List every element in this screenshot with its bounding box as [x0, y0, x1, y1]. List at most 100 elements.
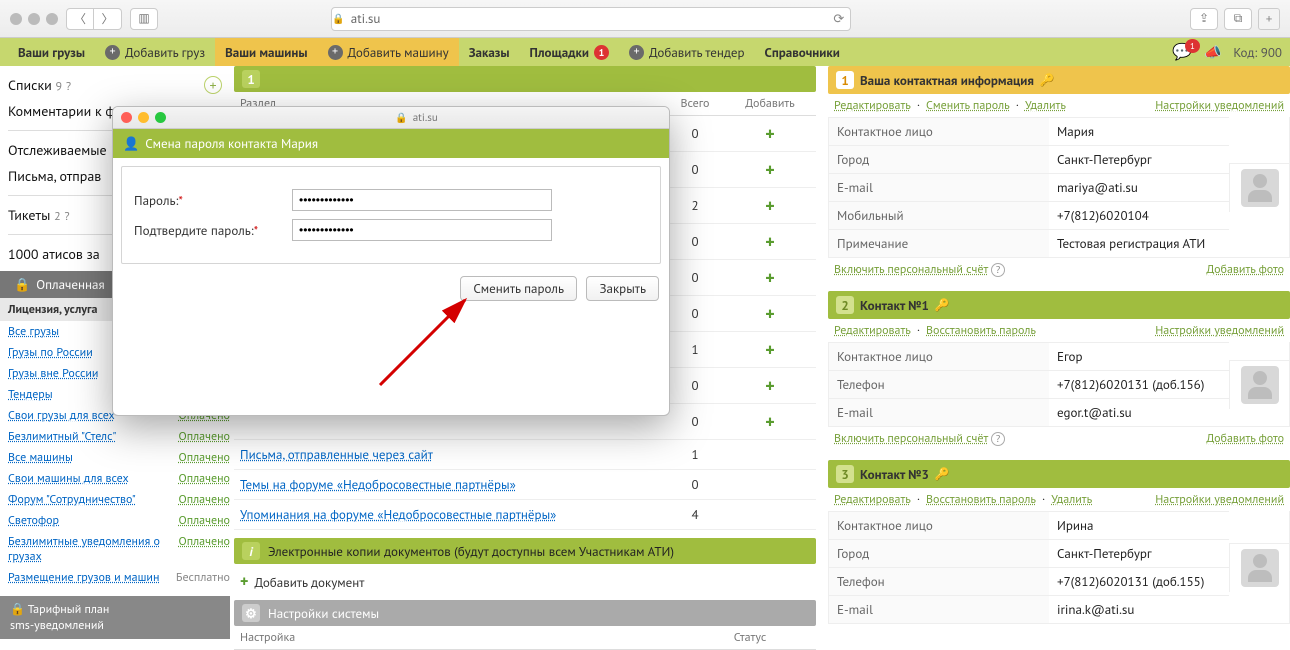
zoom-window[interactable]	[46, 13, 58, 25]
change-password-button[interactable]: Сменить пароль	[460, 276, 577, 301]
chat-icon[interactable]: 💬1	[1172, 42, 1192, 62]
close-button[interactable]: Закрыть	[586, 276, 659, 301]
edit-link[interactable]: Редактировать	[834, 492, 911, 507]
reload-icon[interactable]: ⟳	[833, 10, 844, 27]
paid-service-link[interactable]: Все машины	[8, 450, 73, 465]
lock-icon: 🔒	[10, 602, 25, 617]
add-button[interactable]: +	[730, 230, 810, 253]
nav-add-tender[interactable]: +Добавить тендер	[619, 38, 755, 66]
contact-card-header-1: 1Ваша контактная информация🔑	[828, 66, 1290, 94]
edit-link[interactable]: Редактировать	[834, 323, 911, 338]
nav-your-trucks[interactable]: Ваши машины	[215, 38, 317, 66]
add-list-button[interactable]: +	[204, 76, 222, 94]
docs-section-header: i Электронные копии документов (будут до…	[234, 538, 816, 564]
paid-status[interactable]: Оплачено	[178, 450, 230, 465]
add-document-button[interactable]: + Добавить документ	[234, 564, 816, 600]
sidebar-lists[interactable]: Списки 9 ? +	[8, 72, 230, 98]
paid-status[interactable]: Оплачено	[178, 513, 230, 528]
minimize-window[interactable]	[28, 13, 40, 25]
password-label: Пароль:*	[134, 192, 284, 209]
back-button[interactable]: 〈	[66, 8, 94, 30]
url-bar[interactable]: 🔒 ati.su ⟳	[331, 7, 851, 31]
enable-personal-account[interactable]: Включить персональный счёт	[834, 262, 988, 277]
plus-icon: +	[328, 45, 343, 60]
share-button[interactable]: ⇪	[1190, 8, 1218, 30]
avatar	[1241, 169, 1279, 207]
paid-service-link[interactable]: Все грузы	[8, 324, 59, 339]
nav-add-cargo[interactable]: +Добавить груз	[95, 38, 215, 66]
paid-service-link[interactable]: Безлимитный "Стелс"	[8, 429, 116, 444]
help-icon[interactable]: ?	[991, 263, 1005, 277]
help-icon[interactable]: ?	[991, 432, 1005, 446]
add-button[interactable]: +	[730, 122, 810, 145]
paid-service-link[interactable]: Безлимитные уведомления о грузах	[8, 534, 178, 564]
tabs-button[interactable]: ⧉	[1224, 8, 1252, 30]
paid-service-link[interactable]: Грузы вне России	[8, 366, 98, 381]
sidebar-button[interactable]: ▥	[130, 8, 158, 30]
change-password-link[interactable]: Сменить пароль	[926, 98, 1010, 113]
paid-service-link[interactable]: Тендеры	[8, 387, 53, 402]
add-button[interactable]: +	[730, 302, 810, 325]
tariff-plan[interactable]: 🔒 Тарифный планsms-уведомлений	[0, 596, 230, 639]
new-tab-button[interactable]: +	[1258, 8, 1280, 30]
dialog-close[interactable]	[121, 112, 132, 123]
add-button[interactable]: +	[730, 338, 810, 361]
dialog-title: 👤 Смена пароля контакта Мария	[113, 129, 669, 158]
lock-icon: 🔒	[14, 276, 30, 293]
traffic-lights	[10, 13, 58, 25]
dialog-zoom[interactable]	[155, 112, 166, 123]
add-button[interactable]: +	[730, 266, 810, 289]
nav-your-cargo[interactable]: Ваши грузы	[8, 38, 95, 66]
password-input[interactable]	[292, 189, 552, 211]
key-icon: 🔑	[1040, 73, 1055, 88]
code-label: Код: 900	[1233, 44, 1282, 61]
add-button[interactable]: +	[730, 374, 810, 397]
section-link[interactable]: Письма, отправленные через сайт	[240, 446, 433, 463]
notifications-link[interactable]: Настройки уведомлений	[1155, 492, 1284, 507]
change-password-dialog: 🔒ati.su 👤 Смена пароля контакта Мария Па…	[112, 106, 670, 416]
paid-status[interactable]: Оплачено	[178, 534, 230, 564]
nav-orders[interactable]: Заказы	[459, 38, 520, 66]
forward-button[interactable]: 〉	[94, 8, 122, 30]
help-icon[interactable]: ?	[64, 209, 69, 224]
paid-status[interactable]: Оплачено	[178, 429, 230, 444]
paid-service-link[interactable]: Свои грузы для всех	[8, 408, 115, 423]
confirm-password-input[interactable]	[292, 219, 552, 241]
add-button[interactable]: +	[730, 410, 810, 433]
enable-personal-account[interactable]: Включить персональный счёт	[834, 431, 988, 446]
paid-service-link[interactable]: Размещение грузов и машин	[8, 570, 159, 585]
right-column: 1Ваша контактная информация🔑 Редактирова…	[820, 66, 1290, 624]
dialog-minimize[interactable]	[138, 112, 149, 123]
nav-sites[interactable]: Площадки1	[520, 38, 619, 66]
table-row: Темы на форуме «Недобросовестные партнёр…	[234, 470, 816, 500]
close-window[interactable]	[10, 13, 22, 25]
paid-status[interactable]: Оплачено	[178, 492, 230, 507]
megaphone-icon[interactable]: 📣	[1204, 43, 1221, 61]
add-photo-link[interactable]: Добавить фото	[1206, 262, 1284, 277]
add-photo-link[interactable]: Добавить фото	[1206, 431, 1284, 446]
section-link[interactable]: Упоминания на форуме «Недобросовестные п…	[240, 506, 556, 523]
paid-service-link[interactable]: Грузы по России	[8, 345, 93, 360]
paid-service-link[interactable]: Светофор	[8, 513, 59, 528]
table-row: Упоминания на форуме «Недобросовестные п…	[234, 500, 816, 530]
delete-link[interactable]: Удалить	[1025, 98, 1066, 113]
help-icon[interactable]: ?	[66, 79, 71, 94]
add-button[interactable]: +	[730, 194, 810, 217]
restore-password-link[interactable]: Восстановить пароль	[926, 492, 1036, 507]
section-header: 1	[234, 66, 816, 92]
add-button[interactable]: +	[730, 158, 810, 181]
notifications-link[interactable]: Настройки уведомлений	[1155, 323, 1284, 338]
avatar	[1241, 366, 1279, 404]
delete-link[interactable]: Удалить	[1051, 492, 1092, 507]
notifications-link[interactable]: Настройки уведомлений	[1155, 98, 1284, 113]
contact-card-header-2: 2Контакт №1🔑	[828, 291, 1290, 319]
paid-status: Бесплатно	[176, 570, 230, 585]
edit-link[interactable]: Редактировать	[834, 98, 911, 113]
nav-add-truck[interactable]: +Добавить машину	[318, 38, 459, 66]
section-link[interactable]: Темы на форуме «Недобросовестные партнёр…	[240, 476, 516, 493]
paid-status[interactable]: Оплачено	[178, 471, 230, 486]
paid-service-link[interactable]: Свои машины для всех	[8, 471, 129, 486]
paid-service-link[interactable]: Форум "Сотрудничество"	[8, 492, 136, 507]
nav-refs[interactable]: Справочники	[755, 38, 850, 66]
restore-password-link[interactable]: Восстановить пароль	[926, 323, 1036, 338]
